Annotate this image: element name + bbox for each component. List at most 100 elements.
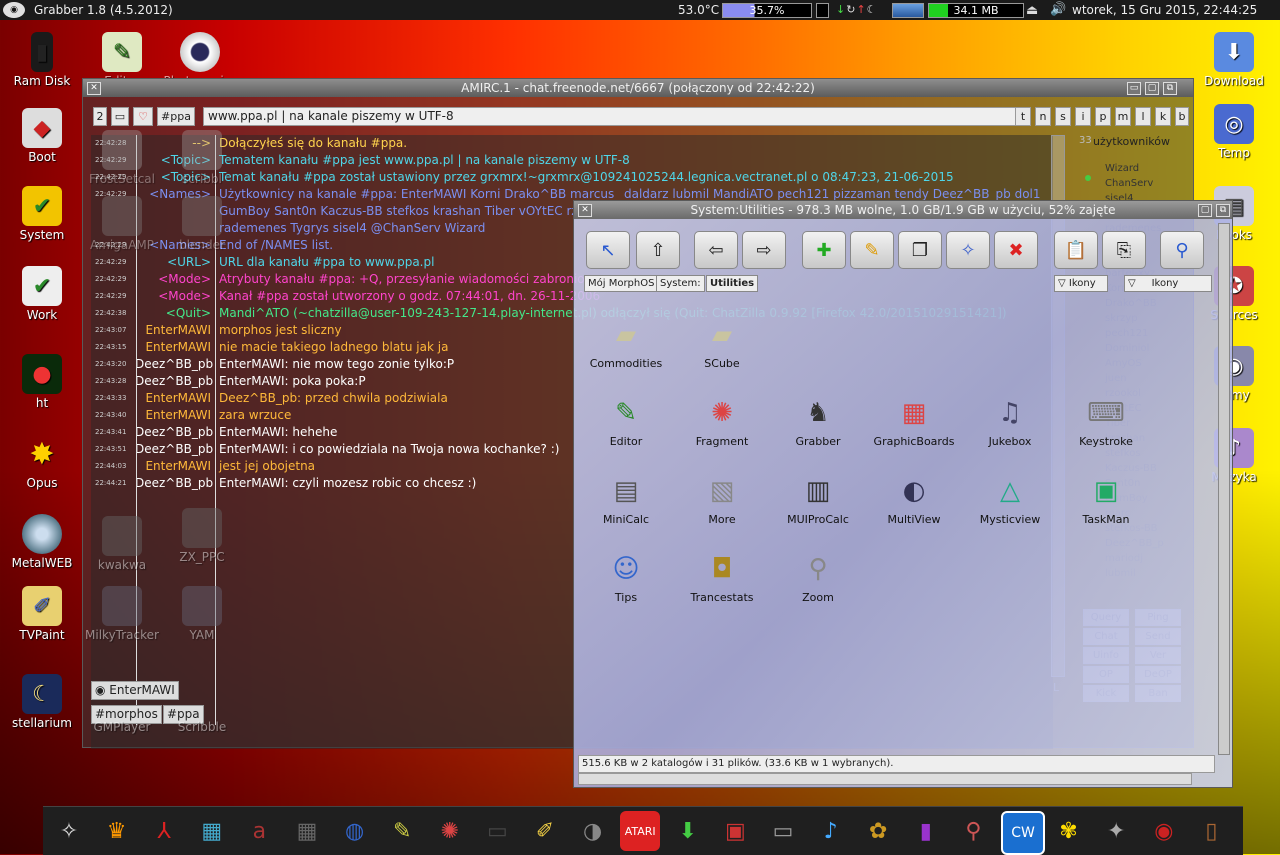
guitar-icon[interactable]: ✦ bbox=[1096, 811, 1136, 851]
flower-icon[interactable]: ✾ bbox=[1049, 811, 1089, 851]
user-item[interactable]: ChanServ bbox=[1105, 178, 1153, 189]
mode-m[interactable]: m bbox=[1115, 107, 1131, 126]
globe-icon[interactable]: ◍ bbox=[335, 811, 375, 851]
file-item[interactable]: ⌨ Keystroke bbox=[1058, 393, 1154, 448]
file-item[interactable]: ▰ Commodities bbox=[578, 315, 674, 370]
desktop-icon-kwakwa[interactable]: kwakwa bbox=[80, 516, 164, 572]
file-item[interactable]: △ Mysticview bbox=[962, 471, 1058, 526]
morphos-logo-icon[interactable]: ◉ bbox=[3, 2, 25, 18]
desktop-icon-amigaamp[interactable]: AmigaAMP bbox=[80, 196, 164, 252]
utilities-titlebar[interactable]: ✕ System:Utilities - 978.3 MB wolne, 1.0… bbox=[574, 201, 1232, 219]
file-item[interactable]: ◘ Trancestats bbox=[674, 549, 770, 604]
volume-icon[interactable]: 🔊 bbox=[1050, 0, 1066, 20]
close-icon[interactable]: ✕ bbox=[578, 204, 592, 217]
delete-button[interactable]: ✖ bbox=[994, 231, 1038, 269]
tools-button[interactable]: ✧ bbox=[946, 231, 990, 269]
atoms-icon[interactable]: ✺ bbox=[430, 811, 470, 851]
file-item[interactable]: ♞ Grabber bbox=[770, 393, 866, 448]
magnifier-icon[interactable]: ⚲ bbox=[953, 811, 993, 851]
depth-icon[interactable]: ⧉ bbox=[1163, 82, 1177, 95]
desktop-icon-boot[interactable]: ◆ Boot bbox=[0, 108, 84, 164]
amirc-titlebar[interactable]: ✕ AMIRC.1 - chat.freenode.net/6667 (połą… bbox=[83, 79, 1193, 97]
horizontal-scrollbar[interactable] bbox=[578, 773, 1192, 785]
desktop-icon-system[interactable]: ✔ System bbox=[0, 186, 84, 242]
file-item[interactable]: ✺ Fragment bbox=[674, 393, 770, 448]
utilities-window[interactable]: ✕ System:Utilities - 978.3 MB wolne, 1.0… bbox=[573, 200, 1233, 788]
desktop-icon-tvpaint[interactable]: ✐ TVPaint bbox=[0, 586, 84, 642]
file-item[interactable]: ▦ GraphicBoards bbox=[866, 393, 962, 448]
vertical-scrollbar[interactable] bbox=[1218, 223, 1230, 755]
mode-i[interactable]: i bbox=[1075, 107, 1091, 126]
rename-button[interactable]: ✎ bbox=[850, 231, 894, 269]
breadcrumb-utilities[interactable]: Utilities bbox=[706, 275, 759, 292]
tape-icon[interactable]: ▭ bbox=[477, 811, 517, 851]
desktop-icon-blender[interactable]: blender bbox=[160, 196, 244, 252]
paint-icon[interactable]: ✿ bbox=[858, 811, 898, 851]
desktop-icon-stellarium[interactable]: ☾ stellarium bbox=[0, 674, 84, 730]
back-button[interactable]: ⇦ bbox=[694, 231, 738, 269]
breadcrumb-my-morphos[interactable]: Mój MorphOS bbox=[584, 275, 659, 292]
mode-t[interactable]: t bbox=[1015, 107, 1031, 126]
view-select-1[interactable]: ▽ Ikony bbox=[1054, 275, 1108, 292]
desktop-icon-opus[interactable]: ✸ Opus bbox=[0, 434, 84, 491]
mode-s[interactable]: s bbox=[1055, 107, 1071, 126]
desktop-icon-scribbl[interactable]: scribbl bbox=[160, 130, 244, 186]
mode-n[interactable]: n bbox=[1035, 107, 1051, 126]
drum-icon[interactable]: ◉ bbox=[1144, 811, 1184, 851]
desktop-icon-frostsetcal[interactable]: FrostSetcal bbox=[80, 130, 164, 186]
desktop-icon-yam[interactable]: YAM bbox=[160, 586, 244, 642]
eject-icon[interactable]: ⏏ bbox=[1026, 1, 1038, 21]
file-item[interactable]: ☺ Tips bbox=[578, 549, 674, 604]
iconify-icon[interactable]: ▭ bbox=[1127, 82, 1141, 95]
close-icon[interactable]: ✕ bbox=[87, 82, 101, 95]
file-item[interactable]: ⚲ Zoom bbox=[770, 549, 866, 604]
breadcrumb-system[interactable]: System: bbox=[656, 275, 705, 292]
a-icon[interactable]: a bbox=[239, 811, 279, 851]
mode-l[interactable]: l bbox=[1135, 107, 1151, 126]
desktop-icon-ram-disk[interactable]: ▮ Ram Disk bbox=[0, 32, 84, 88]
channel-name[interactable]: #ppa bbox=[157, 107, 195, 126]
topic-input[interactable]: www.ppa.pl | na kanale piszemy w UTF-8 bbox=[203, 107, 1023, 126]
file-item[interactable]: ♫ Jukebox bbox=[962, 393, 1058, 448]
ball-icon[interactable]: ◑ bbox=[573, 811, 613, 851]
music-icon[interactable]: ♪ bbox=[811, 811, 851, 851]
notepad-icon[interactable]: ✎ bbox=[382, 811, 422, 851]
nick-field[interactable]: ◉ EnterMAWI bbox=[91, 681, 179, 700]
desktop-icon-ht[interactable]: ● ht bbox=[0, 354, 84, 410]
view-mode-button[interactable]: ↖ bbox=[586, 231, 630, 269]
folders-icon[interactable]: ▦ bbox=[192, 811, 232, 851]
desktop-icon-milkytracker[interactable]: MilkyTracker bbox=[80, 586, 164, 642]
safari-icon[interactable]: ✧ bbox=[49, 811, 89, 851]
file-item[interactable]: ▣ TaskMan bbox=[1058, 471, 1154, 526]
clipboard-button[interactable]: 📋 bbox=[1054, 231, 1098, 269]
desktop-icon-temp[interactable]: ◎ Temp bbox=[1192, 104, 1276, 160]
file-item[interactable]: ▥ MUIProCalc bbox=[770, 471, 866, 526]
nes-icon[interactable]: ▭ bbox=[763, 811, 803, 851]
window-icon[interactable]: ▭ bbox=[111, 107, 129, 126]
desktop-icon-zx-ppc[interactable]: ZX_PPC bbox=[160, 508, 244, 564]
mode-b[interactable]: b bbox=[1175, 107, 1189, 126]
heart-icon[interactable]: ♡ bbox=[133, 107, 153, 126]
depth-icon[interactable]: ⧉ bbox=[1216, 204, 1230, 217]
desktop-icon-work[interactable]: ✔ Work bbox=[0, 266, 84, 322]
file-item[interactable]: ◐ MultiView bbox=[866, 471, 962, 526]
view-select-2[interactable]: ▽ Ikony bbox=[1124, 275, 1212, 292]
copy-button[interactable]: ❐ bbox=[898, 231, 942, 269]
crown-icon[interactable]: ♛ bbox=[97, 811, 137, 851]
purple-book-icon[interactable]: ▮ bbox=[906, 811, 946, 851]
new-button[interactable]: ✚ bbox=[802, 231, 846, 269]
tab-number[interactable]: 2 bbox=[93, 107, 107, 126]
forward-button[interactable]: ⇨ bbox=[742, 231, 786, 269]
desktop-icon-download[interactable]: ⬇ Download bbox=[1192, 32, 1276, 88]
brown-book-icon[interactable]: ▯ bbox=[1191, 811, 1231, 851]
desktop-icon-metalweb[interactable]: MetalWEB bbox=[0, 514, 84, 570]
file-item[interactable]: ▧ More bbox=[674, 471, 770, 526]
parent-button[interactable]: ⇧ bbox=[636, 231, 680, 269]
mode-p[interactable]: p bbox=[1095, 107, 1111, 126]
desktop-icon-gmplayer[interactable]: GMPlayer bbox=[80, 720, 164, 734]
paste-button[interactable]: ⎘ bbox=[1102, 231, 1146, 269]
file-item[interactable]: ✎ Editor bbox=[578, 393, 674, 448]
file-item[interactable]: ▰ SCube bbox=[674, 315, 770, 370]
mode-k[interactable]: k bbox=[1155, 107, 1171, 126]
case-icon[interactable]: ▣ bbox=[715, 811, 755, 851]
